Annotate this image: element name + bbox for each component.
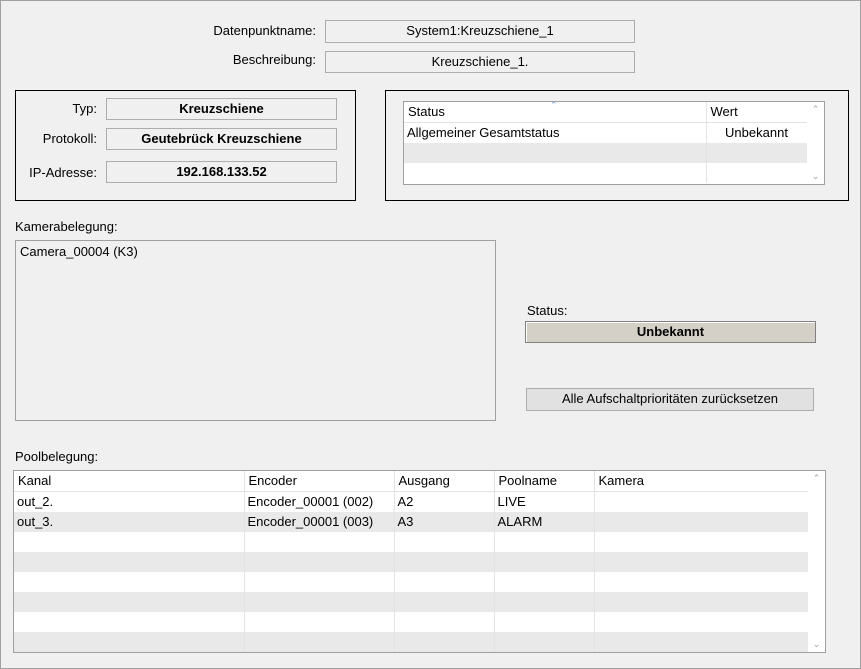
kamera-cell[interactable] bbox=[594, 552, 810, 572]
poolname-col-header[interactable]: Poolname bbox=[494, 471, 595, 492]
status-cell[interactable] bbox=[404, 163, 707, 183]
ausgang-cell[interactable] bbox=[394, 572, 495, 592]
value-cell[interactable] bbox=[706, 163, 808, 183]
kanal-cell[interactable]: out_2. bbox=[14, 491, 245, 512]
protocol-field: Geutebrück Kreuzschiene bbox=[106, 128, 337, 150]
kanal-cell[interactable] bbox=[14, 632, 245, 652]
poolname-cell[interactable] bbox=[494, 592, 595, 612]
kanal-col-header[interactable]: Kanal bbox=[14, 471, 245, 492]
status-value: Unbekannt bbox=[525, 321, 816, 343]
ausgang-col-header[interactable]: Ausgang bbox=[394, 471, 495, 492]
pool-assignment-label: Poolbelegung: bbox=[15, 449, 99, 464]
ausgang-cell[interactable] bbox=[394, 552, 495, 572]
kanal-cell[interactable] bbox=[14, 552, 245, 572]
kamera-cell[interactable] bbox=[594, 592, 810, 612]
table-row bbox=[14, 592, 810, 612]
value-cell[interactable] bbox=[706, 143, 808, 163]
status-grid[interactable]: ⌃ Status Wert Allgemeiner Gesamtstatus U… bbox=[403, 101, 825, 185]
poolname-cell[interactable]: ALARM bbox=[494, 512, 595, 532]
value-cell[interactable]: Unbekannt bbox=[706, 122, 808, 143]
datapoint-name-field: System1:Kreuzschiene_1 bbox=[325, 20, 635, 43]
kanal-cell[interactable] bbox=[14, 572, 245, 592]
description-field: Kreuzschiene_1. bbox=[325, 51, 635, 73]
datapoint-name-label: Datenpunktname: bbox=[213, 23, 316, 38]
ausgang-cell[interactable] bbox=[394, 632, 495, 652]
status-grid-scrollbar[interactable]: ⌃ ⌄ bbox=[807, 102, 824, 184]
scroll-down-icon[interactable]: ⌄ bbox=[808, 639, 825, 650]
table-row bbox=[14, 532, 810, 552]
device-info-group: Typ: Kreuzschiene Protokoll: Geutebrück … bbox=[15, 90, 356, 201]
encoder-cell[interactable] bbox=[244, 592, 395, 612]
type-field: Kreuzschiene bbox=[106, 98, 337, 120]
kanal-cell[interactable] bbox=[14, 532, 245, 552]
kanal-cell[interactable] bbox=[14, 592, 245, 612]
kanal-cell[interactable]: out_3. bbox=[14, 512, 245, 532]
table-row bbox=[14, 632, 810, 652]
camera-assignment-label: Kamerabelegung: bbox=[15, 219, 118, 234]
pool-grid-scrollbar[interactable]: ⌃ ⌄ bbox=[808, 471, 825, 652]
kamera-cell[interactable] bbox=[594, 572, 810, 592]
poolname-cell[interactable] bbox=[494, 552, 595, 572]
poolname-cell[interactable] bbox=[494, 532, 595, 552]
type-label: Typ: bbox=[72, 101, 97, 116]
ausgang-cell[interactable] bbox=[394, 592, 495, 612]
table-row bbox=[14, 612, 810, 632]
scroll-down-icon[interactable]: ⌄ bbox=[807, 171, 824, 182]
kamera-cell[interactable] bbox=[594, 632, 810, 652]
table-row: out_3. Encoder_00001 (003) A3 ALARM bbox=[14, 512, 810, 532]
value-col-header[interactable]: Wert bbox=[706, 102, 808, 123]
kanal-cell[interactable] bbox=[14, 612, 245, 632]
encoder-cell[interactable] bbox=[244, 612, 395, 632]
poolname-cell[interactable] bbox=[494, 572, 595, 592]
kamera-col-header[interactable]: Kamera bbox=[594, 471, 810, 492]
ip-address-field: 192.168.133.52 bbox=[106, 161, 337, 183]
camera-list-item[interactable]: Camera_00004 (K3) bbox=[20, 244, 491, 259]
poolname-cell[interactable] bbox=[494, 612, 595, 632]
poolname-cell[interactable]: LIVE bbox=[494, 491, 595, 512]
kamera-cell[interactable] bbox=[594, 532, 810, 552]
encoder-cell[interactable] bbox=[244, 572, 395, 592]
ausgang-cell[interactable] bbox=[394, 612, 495, 632]
ip-address-label: IP-Adresse: bbox=[29, 165, 97, 180]
protocol-label: Protokoll: bbox=[42, 131, 97, 146]
pool-grid[interactable]: Kanal Encoder Ausgang Poolname Kamera ou… bbox=[13, 470, 826, 653]
ausgang-cell[interactable]: A2 bbox=[394, 491, 495, 512]
ausgang-cell[interactable]: A3 bbox=[394, 512, 495, 532]
encoder-cell[interactable] bbox=[244, 632, 395, 652]
encoder-cell[interactable]: Encoder_00001 (002) bbox=[244, 491, 395, 512]
sort-ascending-icon[interactable]: ⌃ bbox=[550, 102, 558, 111]
encoder-col-header[interactable]: Encoder bbox=[244, 471, 395, 492]
scroll-up-icon[interactable]: ⌃ bbox=[807, 104, 824, 115]
encoder-cell[interactable] bbox=[244, 532, 395, 552]
table-row: out_2. Encoder_00001 (002) A2 LIVE bbox=[14, 491, 810, 512]
ausgang-cell[interactable] bbox=[394, 532, 495, 552]
table-row bbox=[14, 552, 810, 572]
status-cell[interactable]: Allgemeiner Gesamtstatus bbox=[404, 122, 707, 143]
kamera-cell[interactable] bbox=[594, 612, 810, 632]
description-label: Beschreibung: bbox=[232, 52, 316, 67]
camera-assignment-list[interactable]: Camera_00004 (K3) bbox=[15, 240, 496, 421]
poolname-cell[interactable] bbox=[494, 632, 595, 652]
status-group: ⌃ Status Wert Allgemeiner Gesamtstatus U… bbox=[385, 90, 849, 201]
kamera-cell[interactable] bbox=[594, 512, 810, 532]
table-row bbox=[14, 572, 810, 592]
status-cell[interactable] bbox=[404, 143, 707, 163]
reset-priorities-button[interactable]: Alle Aufschaltprioritäten zurücksetzen bbox=[526, 388, 814, 411]
encoder-cell[interactable] bbox=[244, 552, 395, 572]
encoder-cell[interactable]: Encoder_00001 (003) bbox=[244, 512, 395, 532]
kamera-cell[interactable] bbox=[594, 491, 810, 512]
scroll-up-icon[interactable]: ⌃ bbox=[808, 473, 825, 484]
status-label: Status: bbox=[527, 303, 568, 318]
